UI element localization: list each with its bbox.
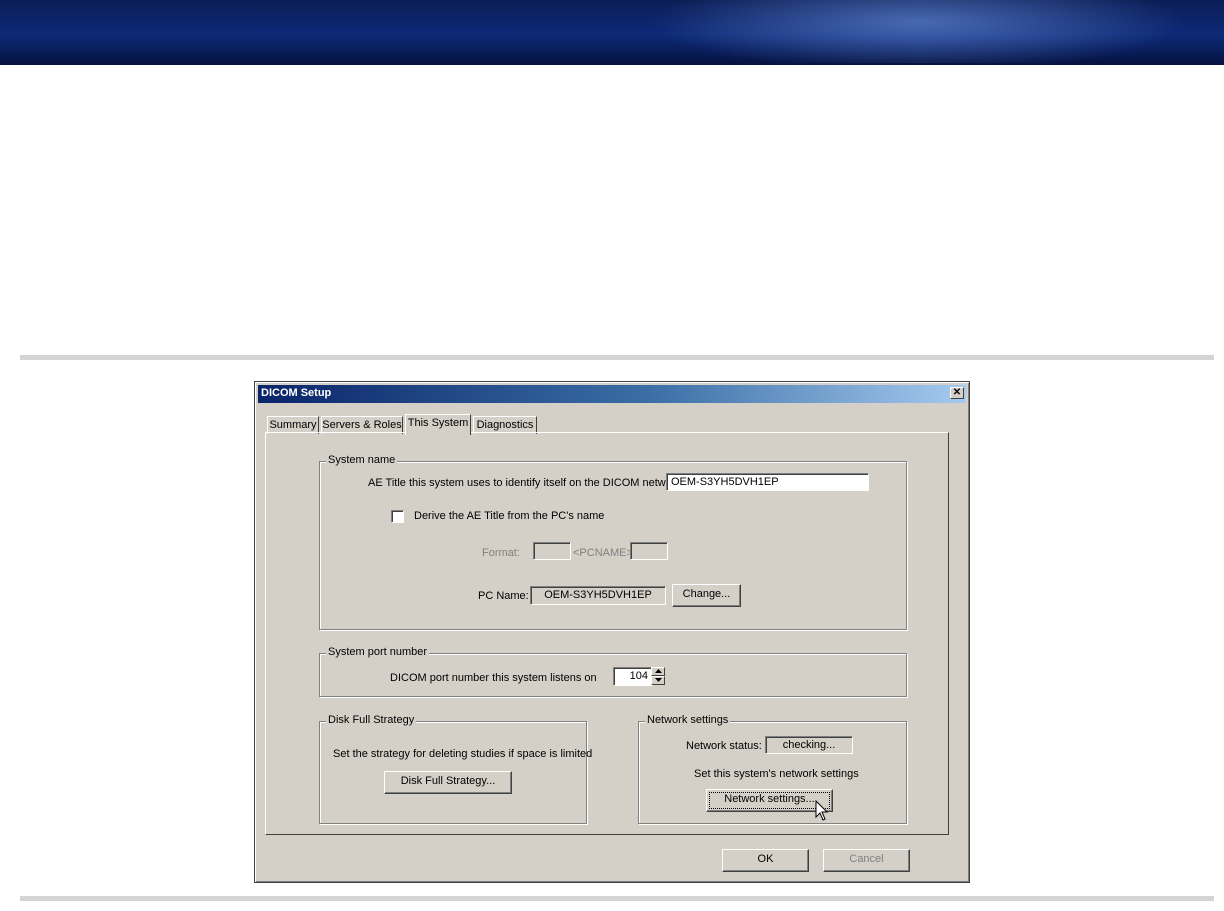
network-status-label: Network status:	[686, 740, 762, 752]
divider-top	[20, 355, 1214, 360]
network-group-label: Network settings	[645, 714, 731, 726]
derive-ae-title-label: Derive the AE Title from the PC's name	[414, 510, 605, 522]
pc-name-value: OEM-S3YH5DVH1EP	[530, 586, 666, 605]
network-settings-button[interactable]: Network settings...	[706, 789, 833, 812]
arrow-up-icon	[655, 669, 662, 673]
disk-full-group-label: Disk Full Strategy	[326, 714, 417, 726]
system-name-group-label: System name	[326, 454, 398, 466]
ok-button[interactable]: OK	[722, 849, 809, 872]
network-group: Network settings Network status: checkin…	[638, 714, 907, 824]
port-spin-down[interactable]	[651, 676, 665, 685]
format-token: <PCNAME>	[573, 547, 633, 559]
change-pc-name-button[interactable]: Change...	[672, 584, 741, 607]
cancel-button[interactable]: Cancel	[823, 849, 910, 872]
dicom-setup-dialog: DICOM Setup ✕ Summary Servers & Roles Th…	[254, 381, 970, 883]
format-prefix-input[interactable]	[533, 542, 571, 560]
port-spinner[interactable]	[651, 667, 666, 686]
disk-full-description: Set the strategy for deleting studies if…	[333, 748, 593, 760]
network-status-value: checking...	[765, 736, 853, 754]
system-name-group: System name AE Title this system uses to…	[319, 454, 907, 630]
tab-this-system[interactable]: This System	[405, 414, 471, 435]
arrow-down-icon	[655, 678, 662, 682]
dialog-title: DICOM Setup	[261, 387, 332, 399]
port-group: System port number DICOM port number thi…	[319, 646, 907, 697]
disk-full-strategy-button[interactable]: Disk Full Strategy...	[384, 771, 512, 794]
format-label: Format:	[482, 547, 520, 559]
port-input[interactable]: 104	[613, 667, 653, 686]
ae-title-label: AE Title this system uses to identify it…	[368, 477, 685, 489]
divider-bottom	[20, 896, 1214, 901]
port-label: DICOM port number this system listens on	[390, 672, 597, 684]
pc-name-label: PC Name:	[478, 590, 529, 602]
port-spin-up[interactable]	[651, 667, 665, 676]
close-button[interactable]: ✕	[950, 387, 964, 399]
dialog-titlebar[interactable]: DICOM Setup ✕	[258, 385, 966, 403]
derive-ae-title-checkbox[interactable]	[391, 510, 404, 523]
ae-title-input[interactable]: OEM-S3YH5DVH1EP	[666, 473, 869, 491]
header-banner	[0, 0, 1224, 63]
this-system-panel: System name AE Title this system uses to…	[265, 432, 949, 835]
format-suffix-input[interactable]	[630, 542, 668, 560]
disk-full-group: Disk Full Strategy Set the strategy for …	[319, 714, 592, 824]
mouse-pointer-icon	[815, 800, 829, 821]
network-description: Set this system's network settings	[694, 768, 859, 780]
close-icon: ✕	[952, 387, 962, 398]
port-group-label: System port number	[326, 646, 430, 658]
banner-stripe	[0, 63, 1224, 65]
